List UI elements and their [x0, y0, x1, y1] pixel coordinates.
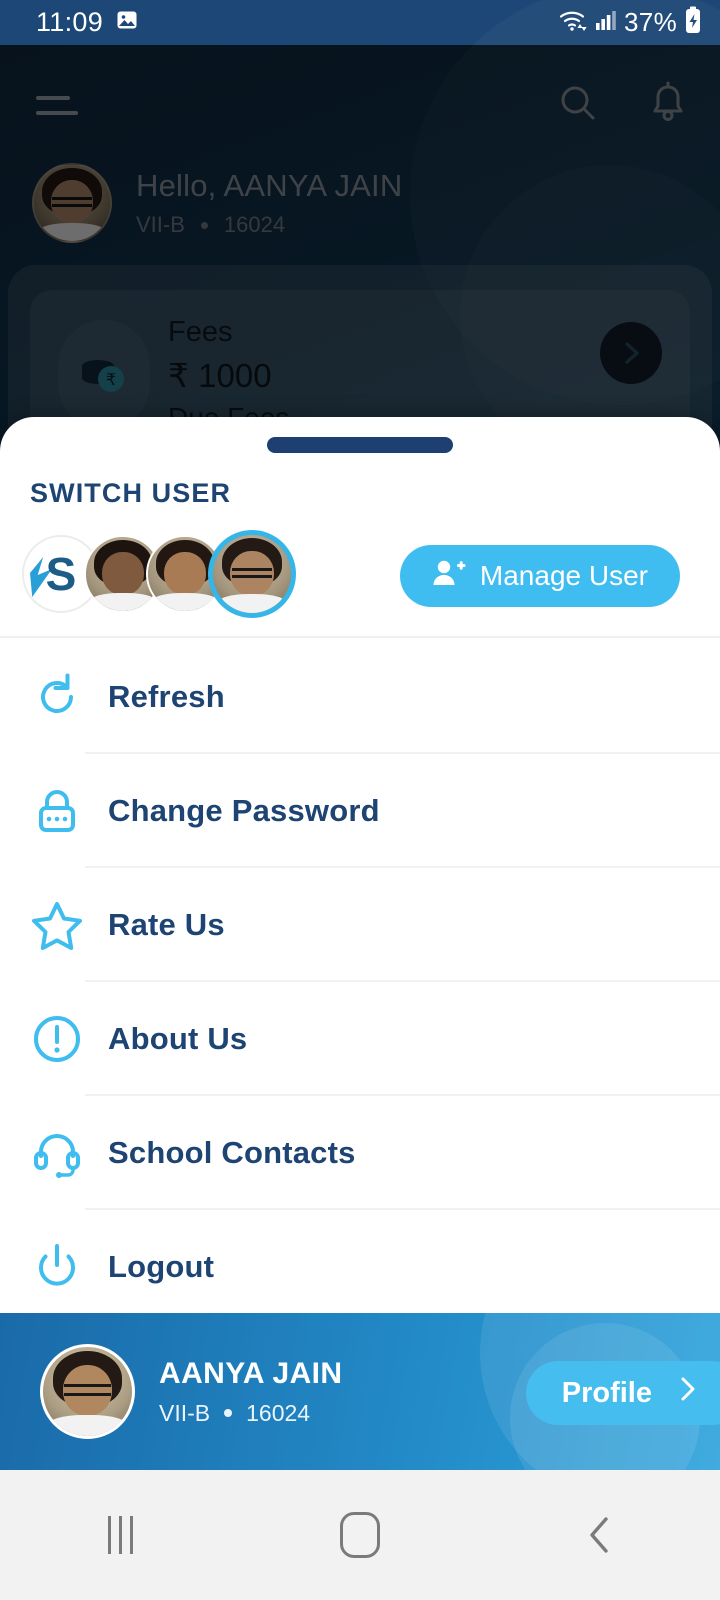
user-avatar-list: S [22, 530, 296, 618]
drag-handle[interactable] [267, 437, 453, 453]
profile-name: AANYA JAIN [159, 1356, 343, 1390]
menu-item-label: About Us [108, 1021, 248, 1056]
menu-item-school-contacts[interactable]: School Contacts [0, 1096, 720, 1210]
profile-button[interactable]: Profile [525, 1361, 720, 1425]
back-icon[interactable] [540, 1495, 660, 1575]
recents-icon[interactable] [60, 1495, 180, 1575]
profile-class: VII-B [159, 1399, 211, 1426]
info-exclamation-icon [28, 1013, 86, 1065]
person-add-icon [432, 558, 466, 595]
home-icon[interactable] [300, 1495, 420, 1575]
android-navigation-bar [0, 1470, 720, 1600]
profile-texts: AANYA JAIN VII-B 16024 [159, 1357, 343, 1427]
star-icon [28, 899, 86, 951]
menu-item-logout[interactable]: Logout [0, 1210, 720, 1324]
refresh-icon [28, 671, 86, 723]
status-bar-clock: 11:09 [36, 7, 104, 37]
image-icon [115, 8, 139, 37]
menu-item-label: School Contacts [108, 1135, 356, 1170]
profile-footer-bar[interactable]: AANYA JAIN VII-B 16024 Profile [0, 1313, 720, 1470]
menu-item-rate-us[interactable]: Rate Us [0, 868, 720, 982]
settings-menu-list: Refresh Change Password Rate Us About Us… [0, 640, 720, 1324]
power-icon [28, 1241, 86, 1293]
manage-user-label: Manage User [479, 560, 648, 591]
menu-item-about-us[interactable]: About Us [0, 982, 720, 1096]
lock-icon [28, 785, 86, 837]
headset-icon [28, 1127, 86, 1179]
separator-dot [224, 1409, 233, 1417]
menu-item-label: Refresh [108, 679, 225, 714]
manage-user-button[interactable]: Manage User [399, 545, 680, 607]
user-avatar-student-3-selected[interactable] [208, 530, 296, 618]
menu-item-label: Rate Us [108, 907, 225, 942]
status-bar-left: 11:09 [36, 7, 139, 38]
menu-item-change-password[interactable]: Change Password [0, 754, 720, 868]
menu-item-label: Logout [108, 1249, 215, 1284]
profile-button-label: Profile [561, 1376, 652, 1409]
section-divider [0, 636, 720, 638]
phone-screen: 11:09 37% SWITCH USER S Manage User Refr… [0, 0, 720, 1600]
avatar [40, 1344, 135, 1439]
menu-item-label: Change Password [108, 793, 380, 828]
profile-meta: VII-B 16024 [159, 1400, 343, 1427]
chevron-right-icon [678, 1375, 698, 1411]
switch-user-title: SWITCH USER [30, 478, 232, 508]
menu-item-refresh[interactable]: Refresh [0, 640, 720, 754]
profile-roll-number: 16024 [246, 1399, 311, 1426]
